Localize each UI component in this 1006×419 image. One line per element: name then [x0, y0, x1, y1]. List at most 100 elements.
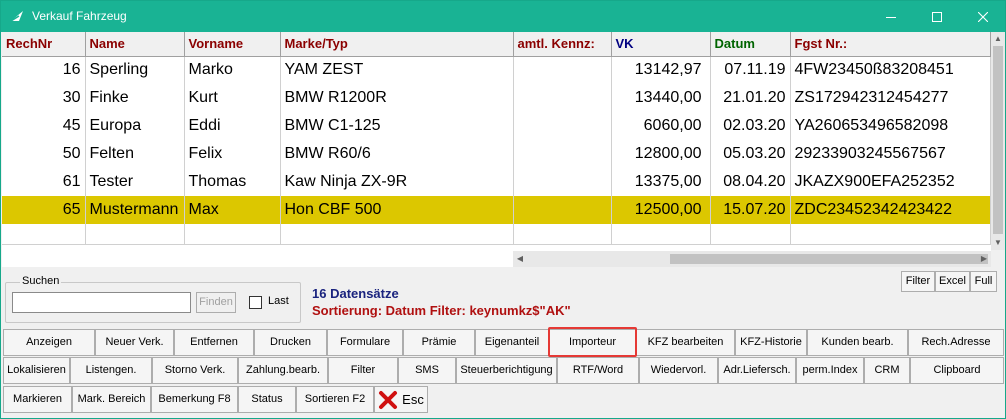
lokalisieren-button[interactable]: Lokalisieren	[3, 357, 70, 384]
table-cell	[513, 196, 612, 224]
mark-bereich-button[interactable]: Mark. Bereich	[72, 386, 151, 413]
data-grid[interactable]: RechNr Name Vorname Marke/Typ amtl. Kennz: VK…	[2, 32, 1005, 267]
table-cell: Marko	[184, 56, 281, 84]
praemie-button[interactable]: Prämie	[403, 329, 475, 356]
table-cell: BMW R60/6	[280, 140, 514, 168]
filter-mini-button[interactable]: Filter	[901, 271, 935, 292]
empty-cell	[513, 224, 612, 245]
table-cell: Thomas	[184, 168, 281, 196]
table-cell: 07.11.19	[710, 56, 791, 84]
search-input[interactable]	[12, 292, 191, 313]
table-cell: 12500,00	[611, 196, 711, 224]
rtf-word-button[interactable]: RTF/Word	[557, 357, 639, 384]
table-row[interactable]: 61 Tester Thomas Kaw Ninja ZX-9R 13375,00 08.…	[2, 168, 991, 196]
table-cell: 12800,00	[611, 140, 711, 168]
wiedervorlage-button[interactable]: Wiedervorl.	[639, 357, 718, 384]
anzeigen-button[interactable]: Anzeigen	[3, 329, 95, 356]
table-cell: 05.03.20	[710, 140, 791, 168]
table-row[interactable]: 50 Felten Felix BMW R60/6 12800,00 05.03.20 29…	[2, 140, 991, 168]
kunden-bearbeiten-button[interactable]: Kunden bearb.	[807, 329, 908, 356]
table-cell	[513, 56, 612, 84]
esc-button[interactable]: Esc	[374, 386, 428, 413]
formulare-button[interactable]: Formulare	[327, 329, 403, 356]
record-count: 16 Datensätze	[312, 286, 399, 301]
excel-button[interactable]: Excel	[935, 271, 970, 292]
full-button[interactable]: Full	[970, 271, 997, 292]
close-icon	[978, 11, 988, 22]
window-title: Verkauf Fahrzeug	[32, 9, 127, 23]
column-header[interactable]: Vorname	[184, 32, 281, 57]
table-cell: Tester	[85, 168, 185, 196]
column-header[interactable]: RechNr	[2, 32, 86, 57]
minimize-button[interactable]	[868, 1, 914, 32]
empty-cell	[790, 224, 991, 245]
table-cell: 45	[2, 112, 86, 140]
data-table: RechNr Name Vorname Marke/Typ amtl. Kennz: VK…	[2, 32, 991, 245]
table-cell: Felix	[184, 140, 281, 168]
column-header[interactable]: Marke/Typ	[280, 32, 514, 57]
column-header[interactable]: Name	[85, 32, 185, 57]
table-cell	[513, 112, 612, 140]
neuer-verkauf-button[interactable]: Neuer Verk.	[95, 329, 174, 356]
scroll-right-icon[interactable]: ▶	[977, 251, 991, 267]
table-cell: 08.04.20	[710, 168, 791, 196]
scroll-down-icon[interactable]: ▼	[991, 236, 1005, 250]
empty-row	[2, 224, 991, 245]
markieren-button[interactable]: Markieren	[3, 386, 72, 413]
crm-button[interactable]: CRM	[864, 357, 910, 384]
column-header[interactable]: Fgst Nr.:	[790, 32, 991, 57]
table-row[interactable]: 45 Europa Eddi BMW C1-125 6060,00 02.03.20 YA2…	[2, 112, 991, 140]
horizontal-scrollbar[interactable]: ◀ ▶	[513, 251, 991, 267]
table-cell: 13375,00	[611, 168, 711, 196]
table-row[interactable]: 30 Finke Kurt BMW R1200R 13440,00 21.01.20 ZS1…	[2, 84, 991, 112]
last-checkbox[interactable]	[249, 296, 262, 309]
sms-button[interactable]: SMS	[398, 357, 456, 384]
column-header[interactable]: Datum	[710, 32, 791, 57]
scroll-left-icon[interactable]: ◀	[513, 251, 527, 267]
table-cell: Sperling	[85, 56, 185, 84]
table-cell: ZS172942312454277	[790, 84, 991, 112]
kfz-historie-button[interactable]: KFZ-Historie	[735, 329, 807, 356]
red-x-icon	[379, 390, 398, 409]
find-button[interactable]: Finden	[196, 292, 236, 313]
maximize-button[interactable]	[914, 1, 960, 32]
table-cell: 13440,00	[611, 84, 711, 112]
table-row[interactable]: 16 Sperling Marko YAM ZEST 13142,97 07.11.19 4…	[2, 56, 991, 84]
vertical-scroll-thumb[interactable]	[993, 46, 1003, 234]
table-cell: BMW C1-125	[280, 112, 514, 140]
filter-button[interactable]: Filter	[328, 357, 398, 384]
empty-cell	[85, 224, 185, 245]
column-header[interactable]: amtl. Kennz:	[513, 32, 612, 57]
title-bar[interactable]: Verkauf Fahrzeug	[1, 1, 1005, 32]
eigenanteil-button[interactable]: Eigenanteil	[475, 329, 549, 356]
drucken-button[interactable]: Drucken	[254, 329, 327, 356]
clipboard-button[interactable]: Clipboard	[910, 357, 1004, 384]
table-cell: 21.01.20	[710, 84, 791, 112]
listengen-button[interactable]: Listengen.	[70, 357, 152, 384]
table-cell: 16	[2, 56, 86, 84]
steuerberichtigung-button[interactable]: Steuerberichtigung	[456, 357, 557, 384]
vertical-scrollbar[interactable]: ▲ ▼	[991, 32, 1005, 250]
horizontal-scroll-thumb[interactable]	[670, 254, 988, 264]
table-row[interactable]: 65 Mustermann Max Hon CBF 500 12500,00 15.07.…	[2, 196, 991, 224]
column-header[interactable]: VK	[611, 32, 711, 57]
bemerkung-button[interactable]: Bemerkung F8	[151, 386, 238, 413]
table-cell: 61	[2, 168, 86, 196]
main-window: Verkauf Fahrzeug RechNr Name Vorname Marke/…	[0, 0, 1006, 419]
entfernen-button[interactable]: Entfernen	[174, 329, 254, 356]
kfz-bearbeiten-button[interactable]: KFZ bearbeiten	[636, 329, 735, 356]
perm-index-button[interactable]: perm.Index	[796, 357, 864, 384]
empty-cell	[280, 224, 514, 245]
close-button[interactable]	[960, 1, 1006, 32]
zahlung-bearbeiten-button[interactable]: Zahlung.bearb.	[238, 357, 328, 384]
rech-adresse-button[interactable]: Rech.Adresse	[908, 329, 1004, 356]
storno-verkauf-button[interactable]: Storno Verk.	[152, 357, 238, 384]
sortieren-button[interactable]: Sortieren F2	[296, 386, 374, 413]
table-cell: Mustermann	[85, 196, 185, 224]
scroll-up-icon[interactable]: ▲	[991, 32, 1005, 46]
empty-cell	[710, 224, 791, 245]
adr-lieferschein-button[interactable]: Adr.Liefersch.	[718, 357, 796, 384]
table-cell: Hon CBF 500	[280, 196, 514, 224]
status-button[interactable]: Status	[238, 386, 296, 413]
minimize-icon	[886, 16, 896, 18]
